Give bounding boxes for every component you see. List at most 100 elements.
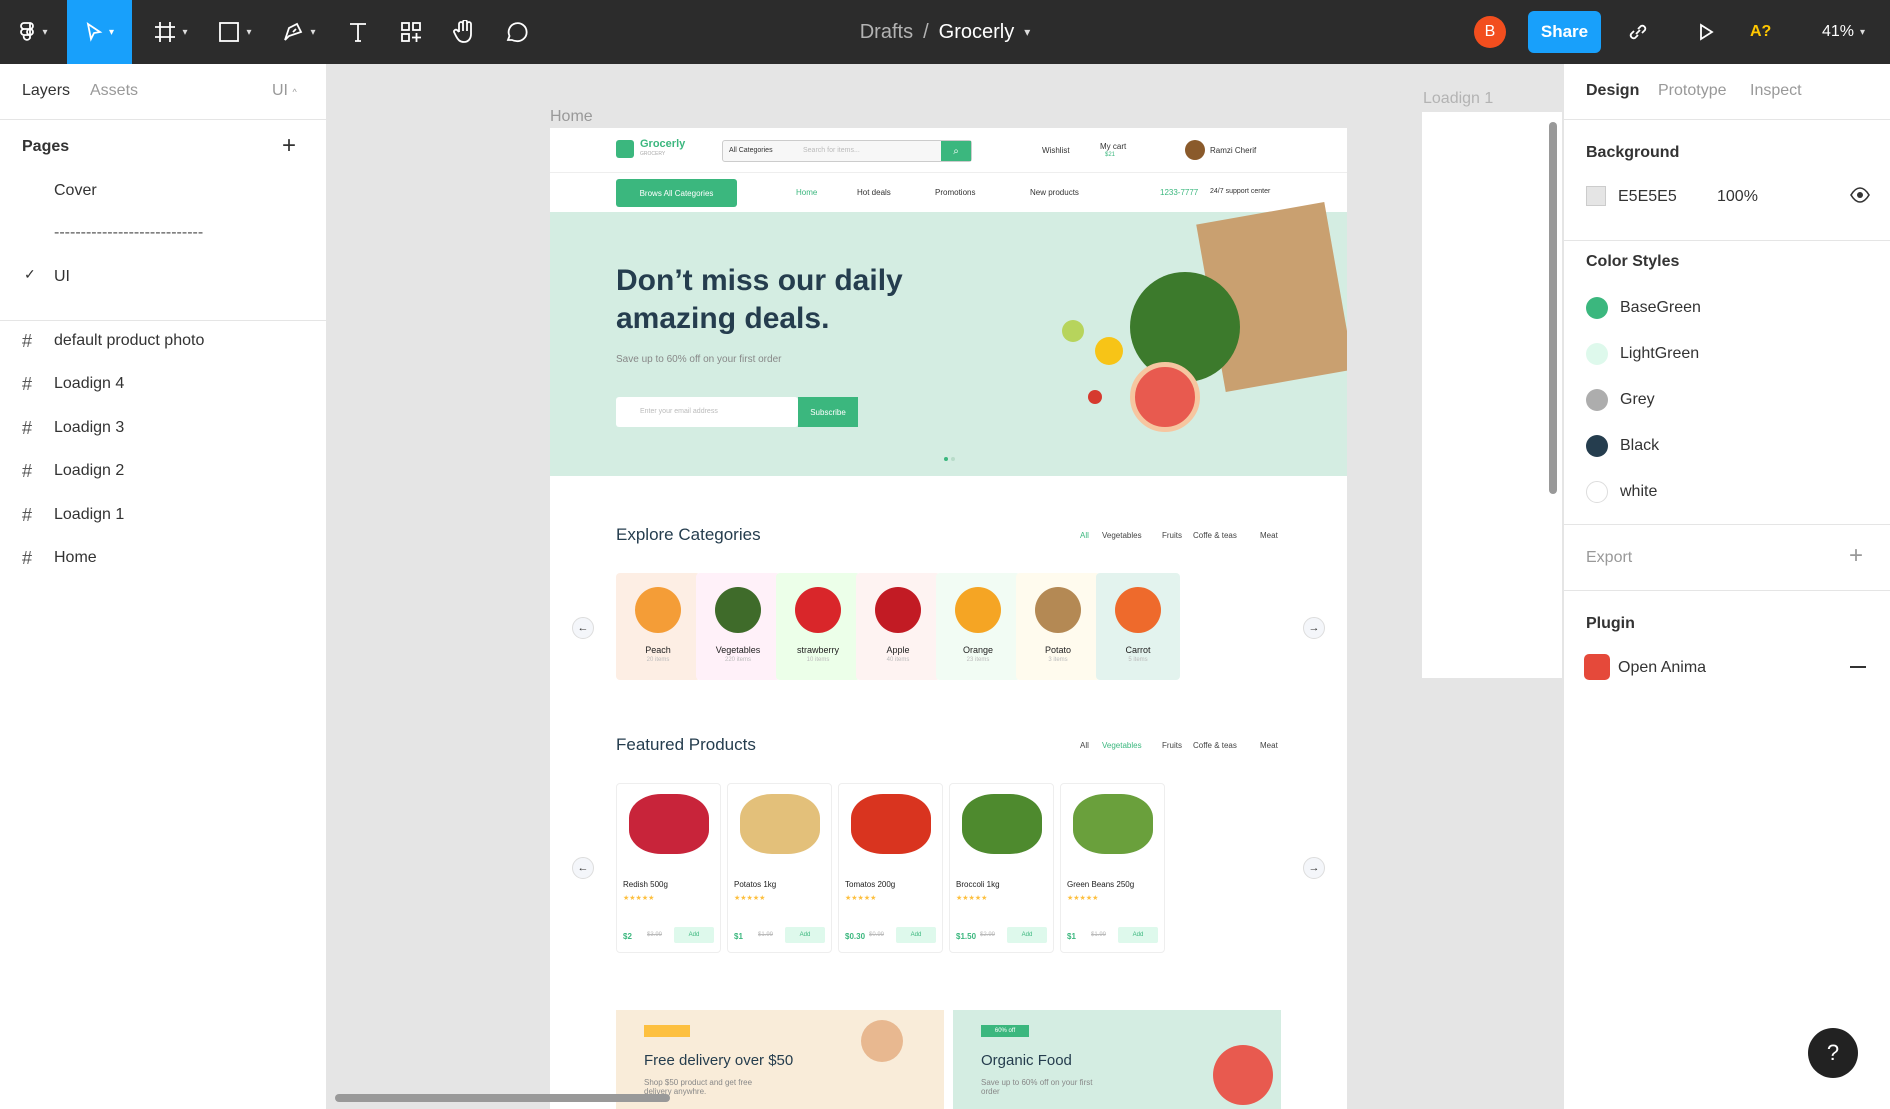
filter-all[interactable]: All [1080,741,1089,750]
add-to-cart-button[interactable]: Add [896,927,936,943]
add-to-cart-button[interactable]: Add [674,927,714,943]
add-page-icon[interactable]: + [282,132,296,160]
next-arrow-icon[interactable]: → [1303,857,1325,879]
move-tool-button[interactable]: ▾ [67,0,132,64]
resources-button[interactable] [391,0,431,64]
nav-home[interactable]: Home [796,188,817,197]
tab-prototype[interactable]: Prototype [1658,82,1726,100]
tab-layers[interactable]: Layers [22,82,70,100]
page-selector[interactable]: UI ^ [272,82,297,100]
plugin-name[interactable]: Open Anima [1618,659,1706,677]
filter-vegetables[interactable]: Vegetables [1102,531,1142,540]
frame-tool-button[interactable]: ▾ [146,0,196,64]
hand-tool-button[interactable] [444,0,484,64]
category-card[interactable]: Carrot 5 items [1096,573,1180,680]
browse-categories-button[interactable]: Brows All Categories [616,179,737,207]
accessibility-check-button[interactable]: A? [1750,0,1771,64]
product-card[interactable]: Potatos 1kg ★★★★★ $1 $1.99 Add [727,783,832,953]
nav-promotions[interactable]: Promotions [935,188,975,197]
copy-link-button[interactable] [1618,0,1658,64]
color-style-basegreen[interactable]: BaseGreen [1586,294,1701,322]
product-card[interactable]: Green Beans 250g ★★★★★ $1 $1.99 Add [1060,783,1165,953]
category-card[interactable]: Apple 40 items [856,573,940,680]
layer-loadign-4[interactable]: # Loadign 4 [0,364,326,404]
prev-arrow-icon[interactable]: ← [572,857,594,879]
user-avatar[interactable]: B [1474,16,1506,48]
main-menu-button[interactable]: ▾ [8,0,58,64]
present-button[interactable] [1686,0,1726,64]
layer-loadign-2[interactable]: # Loadign 2 [0,451,326,491]
shape-tool-button[interactable]: ▾ [210,0,260,64]
color-style-grey[interactable]: Grey [1586,386,1655,414]
category-select[interactable]: All Categories [729,147,773,154]
tab-assets[interactable]: Assets [90,82,138,100]
category-card[interactable]: Vegetables 220 items [696,573,780,680]
category-card[interactable]: Peach 20 items [616,573,700,680]
breadcrumb-folder[interactable]: Drafts [860,21,913,44]
frame-label-loadign-1[interactable]: Loadign 1 [1423,90,1493,108]
carousel-dot[interactable] [951,457,955,461]
category-card[interactable]: strawberry 10 items [776,573,860,680]
eye-icon[interactable] [1850,186,1870,209]
nav-hot-deals[interactable]: Hot deals [857,188,891,197]
file-name[interactable]: Grocerly [939,21,1015,44]
chevron-down-icon[interactable]: ▾ [1024,25,1030,39]
category-card[interactable]: Potato 3 items [1016,573,1100,680]
product-card[interactable]: Broccoli 1kg ★★★★★ $1.50 $2.99 Add [949,783,1054,953]
share-button[interactable]: Share [1528,11,1601,53]
promo-banner-organic[interactable]: 60% off Organic Food Save up to 60% off … [953,1010,1281,1109]
text-tool-button[interactable] [338,0,378,64]
nav-new-products[interactable]: New products [1030,188,1079,197]
subscribe-button[interactable]: Subscribe [798,397,858,427]
product-card[interactable]: Tomatos 200g ★★★★★ $0.30 $0.99 Add [838,783,943,953]
canvas[interactable]: Home Loadign 1 Grocerly GROCERY All Cate… [327,64,1563,1109]
page-item-divider[interactable]: ---------------------------- [54,224,203,242]
color-style-lightgreen[interactable]: LightGreen [1586,340,1699,368]
filter-fruits[interactable]: Fruits [1162,741,1182,750]
search-bar[interactable]: All Categories Search for items... ⌕ [722,140,972,162]
email-input[interactable]: Enter your email address [616,397,798,427]
filter-meat[interactable]: Meat [1260,741,1278,750]
frame-label-home[interactable]: Home [550,108,593,126]
color-style-black[interactable]: Black [1586,432,1659,460]
page-item-ui[interactable]: UI [54,268,70,286]
add-to-cart-button[interactable]: Add [785,927,825,943]
filter-coffee-teas[interactable]: Coffe & teas [1193,531,1237,540]
remove-plugin-icon[interactable] [1850,666,1866,668]
tab-inspect[interactable]: Inspect [1750,82,1802,100]
comment-tool-button[interactable] [496,0,536,64]
vertical-scrollbar[interactable] [1549,122,1557,494]
user-avatar[interactable] [1185,140,1205,160]
frame-loadign-1[interactable] [1422,112,1562,678]
page-item-cover[interactable]: Cover [54,182,97,200]
layer-default-product-photo[interactable]: # default product photo [0,321,326,361]
search-input[interactable]: Search for items... [803,147,860,154]
search-icon[interactable]: ⌕ [941,141,971,161]
user-name[interactable]: Ramzi Cherif [1210,146,1256,155]
background-swatch[interactable] [1586,186,1606,206]
add-to-cart-button[interactable]: Add [1007,927,1047,943]
help-button[interactable]: ? [1808,1028,1858,1078]
add-export-icon[interactable]: + [1849,542,1863,570]
background-hex-input[interactable]: E5E5E5 [1618,188,1677,206]
filter-vegetables[interactable]: Vegetables [1102,741,1142,750]
cart-link[interactable]: My cart [1100,142,1126,151]
pen-tool-button[interactable]: ▾ [274,0,324,64]
filter-all[interactable]: All [1080,531,1089,540]
filter-fruits[interactable]: Fruits [1162,531,1182,540]
zoom-dropdown[interactable]: 41% ▾ [1822,0,1865,64]
product-card[interactable]: Redish 500g ★★★★★ $2 $3.99 Add [616,783,721,953]
carousel-dot-active[interactable] [944,457,948,461]
color-style-white[interactable]: white [1586,478,1657,506]
horizontal-scrollbar[interactable] [335,1094,670,1102]
background-opacity-input[interactable]: 100% [1717,188,1758,206]
layer-loadign-3[interactable]: # Loadign 3 [0,408,326,448]
layer-home[interactable]: # Home [0,538,326,578]
prev-arrow-icon[interactable]: ← [572,617,594,639]
layer-loadign-1[interactable]: # Loadign 1 [0,495,326,535]
add-to-cart-button[interactable]: Add [1118,927,1158,943]
filter-meat[interactable]: Meat [1260,531,1278,540]
tab-design[interactable]: Design [1586,82,1639,100]
category-card[interactable]: Orange 23 items [936,573,1020,680]
next-arrow-icon[interactable]: → [1303,617,1325,639]
